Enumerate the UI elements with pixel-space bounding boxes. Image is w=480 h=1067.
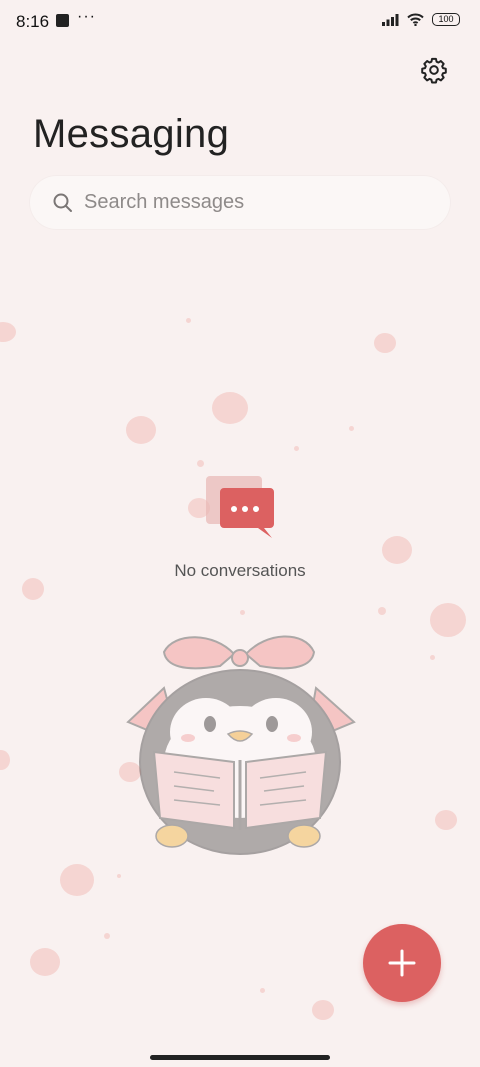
penguin-illustration [124, 632, 358, 863]
decor-dot [30, 948, 60, 976]
new-conversation-button[interactable] [363, 924, 441, 1002]
more-notifications-icon: ··· [77, 8, 96, 25]
search-bar[interactable]: Search messages [30, 176, 450, 229]
search-placeholder: Search messages [84, 191, 245, 213]
decor-dot [22, 578, 44, 600]
decor-dot [382, 536, 412, 564]
empty-state-text: No conversations [174, 561, 306, 580]
decor-dot [349, 426, 354, 431]
decor-dot [117, 874, 121, 878]
wifi-icon [407, 13, 424, 26]
decor-dot [430, 655, 435, 660]
signal-icon [382, 13, 399, 26]
decor-dot [374, 333, 396, 353]
decor-dot [435, 810, 457, 830]
battery-indicator: 100 [432, 13, 460, 26]
decor-dot [294, 446, 299, 451]
status-time: 8:16 [16, 12, 50, 31]
decor-dot [312, 1000, 334, 1020]
plus-icon [388, 949, 416, 977]
decor-dot [212, 392, 248, 424]
decor-dot [378, 607, 386, 615]
chat-bubble-icon [206, 476, 276, 545]
notification-app-icon [56, 14, 69, 27]
home-indicator[interactable] [150, 1055, 330, 1060]
decor-dot [104, 933, 110, 939]
decor-dot [0, 750, 10, 770]
decor-dot [186, 318, 191, 323]
page-title: Messaging [33, 112, 230, 156]
status-icons: 100 [382, 13, 460, 26]
gear-icon [421, 57, 447, 84]
status-bar: 8:16 ··· 100 [0, 0, 480, 44]
decor-dot [60, 864, 94, 896]
decor-dot [197, 460, 204, 467]
decor-dot [430, 603, 466, 637]
decor-dot [126, 416, 156, 444]
settings-button[interactable] [418, 54, 450, 86]
search-icon [53, 193, 72, 212]
decor-dot [0, 322, 16, 342]
decor-dot [240, 610, 245, 615]
decor-dot [260, 988, 265, 993]
